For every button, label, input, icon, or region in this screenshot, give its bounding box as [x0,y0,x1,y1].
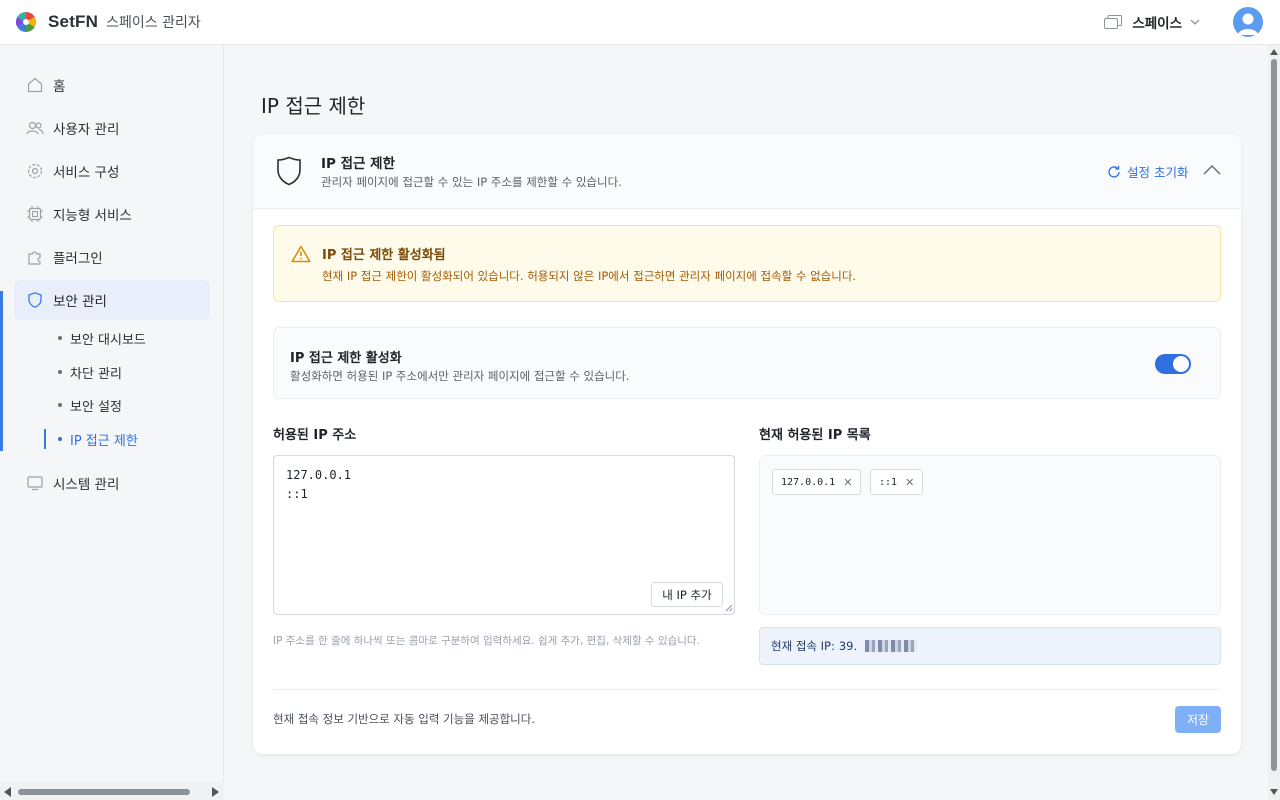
reset-label: 설정 초기화 [1127,165,1189,180]
warning-icon [291,245,311,263]
sidebar-item-system[interactable]: 시스템 관리 [14,463,210,503]
user-icon [1238,13,1258,35]
sidebar-item-label: 서비스 구성 [53,165,120,181]
current-ip-box: 현재 접속 IP: 39. [759,627,1221,665]
scroll-down-icon[interactable] [1270,789,1278,795]
sidebar-item-label: 사용자 관리 [53,122,120,138]
sidebar-item-intelligent[interactable]: 지능형 서비스 [14,194,210,234]
bullet [58,370,62,374]
allowed-ip-title: 허용된 IP 주소 [273,428,357,443]
sub-item-indicator [44,429,46,449]
space-switcher[interactable]: 스페이스 [1104,12,1200,32]
bullet [58,336,62,340]
bullet [58,437,62,441]
add-my-ip-button[interactable]: 내 IP 추가 [651,582,723,607]
sidebar-item-plugins[interactable]: 플러그인 [14,237,210,277]
windows-icon [1104,15,1123,29]
sidebar-item-home[interactable]: 홈 [14,65,210,105]
ip-tag-text: 127.0.0.1 [781,476,836,488]
current-ip-label: 현재 접속 IP: [771,639,835,653]
toggle-title: IP 접근 제한 활성화 [290,351,402,366]
allowed-ip-tag-list: 127.0.0.1 ✕ ::1 ✕ [759,455,1221,615]
warning-alert: IP 접근 제한 활성화됨 현재 IP 접근 제한이 활성화되어 있습니다. 허… [273,225,1221,302]
sidebar-item-label: 플러그인 [53,251,103,267]
scroll-left-icon[interactable] [4,787,11,797]
logo-icon [16,12,36,32]
sidebar-sub-item-dashboard[interactable]: 보안 대시보드 [58,327,146,349]
puzzle-icon [28,251,41,265]
sidebar-item-security[interactable]: 보안 관리 [14,280,210,320]
sidebar: 홈 사용자 관리 서비스 구성 지능형 서비스 플러그인 보안 관리 보안 대시… [0,45,224,800]
sidebar-sub-item-blocking[interactable]: 차단 관리 [58,361,122,383]
footer-text: 현재 접속 정보 기반으로 자동 입력 기능을 제공합니다. [273,712,536,726]
horizontal-scrollbar[interactable] [0,782,224,800]
card-description: 관리자 페이지에 접근할 수 있는 IP 주소를 제한할 수 있습니다. [321,175,622,189]
sidebar-sub-item-label: 차단 관리 [70,366,122,382]
users-icon [26,121,44,135]
active-indicator [0,291,3,451]
sidebar-item-label: 홈 [53,79,66,95]
scroll-thumb[interactable] [18,789,190,795]
sidebar-sub-item-label: IP 접근 제한 [70,433,138,449]
vertical-scrollbar[interactable] [1268,45,1280,800]
current-ip-value: 39. [838,639,858,653]
brand-name: SetFN [48,12,99,31]
alert-title: IP 접근 제한 활성화됨 [322,248,446,263]
card-title: IP 접근 제한 [321,156,395,172]
sidebar-sub-item-settings[interactable]: 보안 설정 [58,394,122,416]
sidebar-item-users[interactable]: 사용자 관리 [14,108,210,148]
shield-icon [28,292,42,308]
enable-switch[interactable] [1155,354,1191,374]
monitor-icon [27,476,43,491]
refresh-icon [1108,165,1120,178]
scroll-up-icon[interactable] [1270,49,1278,55]
bullet [58,403,62,407]
sidebar-sub-item-label: 보안 대시보드 [70,332,146,348]
reset-settings-button[interactable]: 설정 초기화 [1107,162,1188,181]
enable-toggle-row: IP 접근 제한 활성화 활성화하면 허용된 IP 주소에서만 관리자 페이지에… [273,327,1221,399]
switch-knob [1173,356,1189,372]
sidebar-sub-item-label: 보안 설정 [70,399,122,415]
chevron-up-icon[interactable] [1201,162,1223,178]
current-list-title: 현재 허용된 IP 목록 [759,428,871,443]
ip-restriction-card: IP 접근 제한 관리자 페이지에 접근할 수 있는 IP 주소를 제한할 수 … [253,134,1241,754]
sidebar-sub-item-ip-restriction[interactable]: IP 접근 제한 [58,428,138,450]
input-hint: IP 주소를 한 줄에 하나씩 또는 콤마로 구분하여 입력하세요. 쉽게 추가… [273,635,700,647]
avatar[interactable] [1233,7,1263,37]
divider [273,689,1221,690]
ip-tag: 127.0.0.1 ✕ [772,469,862,495]
top-bar: SetFN 스페이스 관리자 스페이스 [0,0,1280,45]
remove-tag-icon[interactable]: ✕ [843,476,852,489]
alert-text: 현재 IP 접근 제한이 활성화되어 있습니다. 허용되지 않은 IP에서 접근… [322,269,857,283]
remove-tag-icon[interactable]: ✕ [905,476,914,489]
brand[interactable]: SetFN 스페이스 관리자 [16,12,201,32]
sidebar-item-label: 지능형 서비스 [53,208,132,224]
ip-tag: ::1 ✕ [870,469,924,495]
home-icon [27,77,43,93]
chevron-down-icon [1190,19,1200,25]
card-header: IP 접근 제한 관리자 페이지에 접근할 수 있는 IP 주소를 제한할 수 … [253,134,1241,209]
app-title: 스페이스 관리자 [106,15,201,31]
gear-icon [27,163,43,179]
space-label: 스페이스 [1132,16,1182,32]
save-button[interactable]: 저장 [1175,706,1221,733]
resize-handle-icon[interactable] [725,604,733,612]
chip-icon [27,206,43,222]
sidebar-item-label: 시스템 관리 [53,477,120,493]
shield-icon [277,156,301,186]
sidebar-item-services[interactable]: 서비스 구성 [14,151,210,191]
page-title: IP 접근 제한 [261,94,366,118]
sidebar-item-label: 보안 관리 [53,294,107,310]
scroll-thumb[interactable] [1271,59,1277,771]
scroll-right-icon[interactable] [212,787,219,797]
toggle-description: 활성화하면 허용된 IP 주소에서만 관리자 페이지에 접근할 수 있습니다. [290,369,630,383]
ip-tag-text: ::1 [879,476,898,488]
redacted-ip-mask [865,640,918,652]
